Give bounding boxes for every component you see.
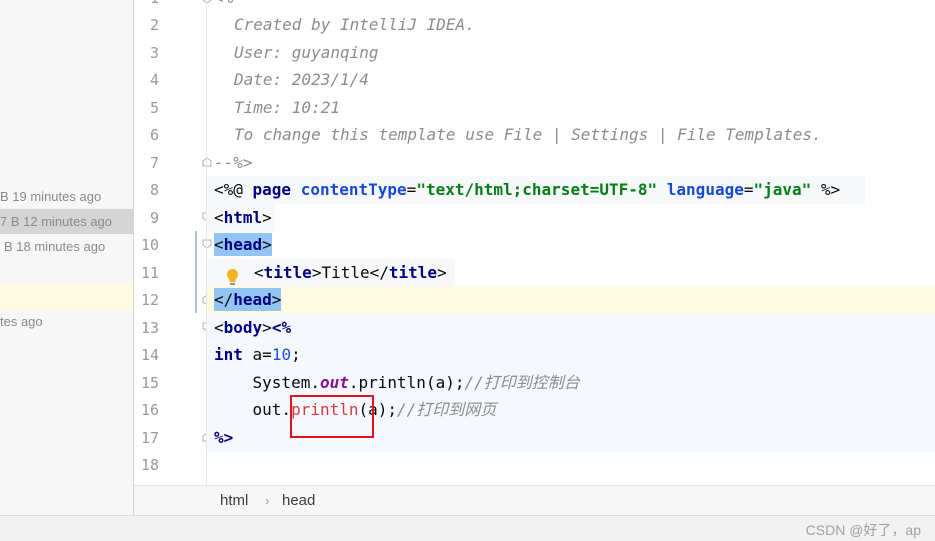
code-line-12: </head> — [214, 286, 282, 314]
line-number: 3 — [149, 44, 159, 62]
code-line-13: <body><% — [214, 314, 291, 342]
list-item-text: 7 B 12 minutes ago — [0, 214, 113, 229]
directive-keyword: page — [252, 180, 292, 199]
status-bar: CSDN @好了，ap — [0, 515, 935, 541]
tag-bracket: < — [254, 263, 264, 282]
tag-name: body — [223, 318, 263, 337]
code-line-11: <title>Title</title> — [254, 259, 447, 287]
vcs-change-marker[interactable] — [195, 231, 197, 313]
tag-bracket: </ — [369, 263, 389, 282]
list-item[interactable]: tes ago — [0, 309, 133, 334]
watermark: CSDN @好了，ap — [805, 522, 921, 538]
breadcrumb: html › head — [134, 485, 935, 516]
code-line-17: %> — [214, 428, 234, 447]
tag-name: head — [223, 235, 263, 254]
code-text: out. — [252, 400, 292, 419]
code-text: a= — [242, 345, 272, 364]
tag-bracket: < — [214, 318, 224, 337]
equals: = — [406, 180, 417, 199]
tag-name: html — [223, 208, 263, 227]
line-number: 5 — [149, 99, 159, 117]
tag-name: title — [388, 263, 438, 282]
scriptlet-open: <% — [271, 318, 292, 337]
line-number: 18 — [140, 456, 159, 474]
keyword-int: int — [214, 345, 243, 364]
line-number: 7 — [149, 154, 159, 172]
number-literal: 10 — [271, 345, 292, 364]
attribute-value: "text/html;charset=UTF-8" — [416, 180, 658, 199]
line-number: 13 — [140, 319, 159, 337]
annotation-highlight-box — [290, 395, 374, 438]
line-number: 9 — [149, 209, 159, 227]
matched-tag-highlight: <head> — [214, 233, 272, 256]
line-number: 11 — [140, 264, 159, 282]
code-line-3: User: guyanqing — [234, 43, 379, 62]
code-text: ; — [291, 345, 301, 364]
code-line-7: --%> — [214, 153, 253, 172]
static-field: out — [319, 373, 349, 392]
list-item-text: B 19 minutes ago — [0, 189, 102, 204]
directive-open: <%@ — [214, 180, 253, 199]
tag-name: head — [233, 290, 272, 309]
tag-bracket: > — [311, 263, 322, 282]
list-item-selected[interactable]: 7 B 12 minutes ago — [0, 209, 133, 234]
tag-bracket: < — [214, 208, 224, 227]
code-line-8: <%@ page contentType="text/html;charset=… — [214, 176, 840, 204]
tag-bracket: > — [262, 208, 272, 227]
code-line-15: System.out.println(a);//打印到控制台 — [214, 369, 580, 397]
tag-bracket: > — [262, 235, 272, 254]
directive-close: %> — [811, 180, 841, 199]
breadcrumb-item-html[interactable]: html — [220, 486, 248, 516]
breadcrumb-item-head[interactable]: head — [282, 486, 315, 516]
tag-text: Title — [321, 263, 370, 282]
caret-row-highlight — [0, 285, 133, 310]
line-number: 15 — [140, 374, 159, 392]
line-number: 8 — [149, 181, 159, 199]
tag-bracket: < — [214, 235, 224, 254]
line-number: 6 — [149, 126, 159, 144]
line-comment: //打印到网页 — [397, 400, 497, 419]
attribute-name: language — [666, 180, 744, 199]
tag-bracket: </ — [214, 290, 234, 309]
code-line-5: Time: 10:21 — [234, 98, 340, 117]
line-number: 12 — [140, 291, 159, 309]
line-comment: //打印到控制台 — [464, 373, 580, 392]
caret-row-highlight — [207, 286, 935, 314]
code-line-10: <head> — [214, 231, 272, 259]
attribute-value: "java" — [753, 180, 812, 199]
line-number: 16 — [140, 401, 159, 419]
tag-bracket: > — [437, 263, 447, 282]
code-text: .println(a); — [348, 373, 465, 392]
code-line-14: int a=10; — [214, 341, 301, 369]
list-item[interactable]: B 18 minutes ago — [4, 234, 133, 259]
list-item-text: B 18 minutes ago — [4, 239, 106, 254]
code-line-6: To change this template use File | Setti… — [234, 125, 822, 144]
line-number: 2 — [149, 16, 159, 34]
tag-name: title — [263, 263, 312, 282]
code-line-4: Date: 2023/1/4 — [234, 70, 369, 89]
tag-bracket: > — [262, 318, 272, 337]
line-number: 4 — [149, 71, 159, 89]
tag-bracket: > — [271, 290, 282, 309]
code-text: System. — [252, 373, 320, 392]
matched-tag-highlight: </head> — [214, 288, 282, 311]
code-line-2: Created by IntelliJ IDEA. — [234, 15, 475, 34]
line-number: 10 — [140, 236, 159, 254]
attribute-name: contentType — [300, 180, 407, 199]
list-item[interactable]: B 19 minutes ago — [0, 184, 133, 209]
code-line-9: <html> — [214, 204, 272, 232]
line-number: 17 — [140, 429, 159, 447]
left-panel: B 19 minutes ago 7 B 12 minutes ago B 18… — [0, 0, 134, 515]
line-number: 14 — [140, 346, 159, 364]
list-item-text: tes ago — [0, 314, 43, 329]
lightbulb-icon[interactable] — [226, 268, 239, 286]
breadcrumb-separator: › — [265, 493, 270, 508]
